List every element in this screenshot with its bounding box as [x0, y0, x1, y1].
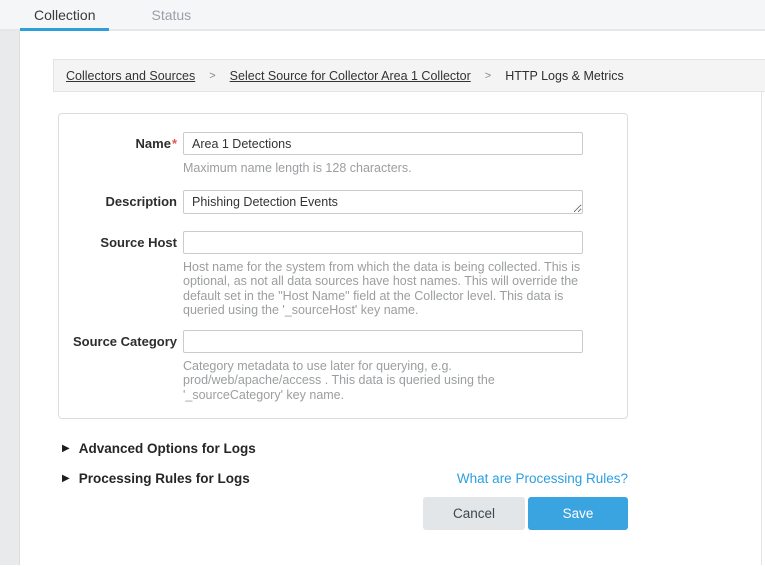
- breadcrumb-select-source[interactable]: Select Source for Collector Area 1 Colle…: [230, 69, 471, 83]
- required-asterisk: *: [172, 136, 177, 151]
- source-config-card: Name* Maximum name length is 128 charact…: [58, 113, 628, 419]
- source-host-label: Source Host: [59, 231, 177, 318]
- source-category-helper-text: Category metadata to use later for query…: [183, 359, 581, 403]
- breadcrumb-collectors-and-sources[interactable]: Collectors and Sources: [66, 69, 195, 83]
- breadcrumb: Collectors and Sources > Select Source f…: [53, 59, 765, 92]
- processing-rules-section: ▶ Processing Rules for Logs What are Pro…: [62, 471, 628, 486]
- source-host-field-row: Source Host Host name for the system fro…: [59, 231, 627, 318]
- name-field-row: Name* Maximum name length is 128 charact…: [59, 132, 627, 178]
- description-label: Description: [59, 190, 177, 219]
- breadcrumb-current-page: HTTP Logs & Metrics: [505, 69, 624, 83]
- expand-triangle-icon[interactable]: ▶: [62, 473, 70, 484]
- main-area: Collectors and Sources > Select Source f…: [0, 31, 765, 565]
- save-button[interactable]: Save: [528, 497, 628, 530]
- name-label: Name*: [59, 132, 177, 178]
- top-tab-bar: Collection Status: [0, 0, 765, 31]
- advanced-options-title[interactable]: Advanced Options for Logs: [79, 441, 256, 456]
- content-panel: Collectors and Sources > Select Source f…: [20, 31, 765, 565]
- action-buttons-row: Cancel Save: [58, 497, 628, 530]
- breadcrumb-separator-icon: >: [485, 70, 491, 82]
- breadcrumb-separator-icon: >: [209, 70, 215, 82]
- source-category-input[interactable]: [183, 330, 583, 353]
- description-input[interactable]: Phishing Detection Events: [183, 190, 583, 214]
- left-gutter: [0, 31, 20, 565]
- cancel-button[interactable]: Cancel: [423, 497, 525, 530]
- advanced-options-section[interactable]: ▶ Advanced Options for Logs: [62, 441, 628, 456]
- tab-status[interactable]: Status: [137, 0, 205, 29]
- name-helper-text: Maximum name length is 128 characters.: [183, 161, 581, 176]
- name-input[interactable]: [183, 132, 583, 155]
- source-category-label: Source Category: [59, 330, 177, 403]
- processing-rules-title[interactable]: Processing Rules for Logs: [79, 471, 250, 486]
- source-host-input[interactable]: [183, 231, 583, 254]
- name-label-text: Name: [136, 136, 171, 151]
- tab-collection[interactable]: Collection: [20, 0, 109, 29]
- source-category-field-row: Source Category Category metadata to use…: [59, 330, 627, 403]
- what-are-processing-rules-link[interactable]: What are Processing Rules?: [457, 471, 628, 486]
- right-panel-divider: [761, 92, 762, 565]
- source-host-helper-text: Host name for the system from which the …: [183, 260, 581, 318]
- expand-triangle-icon[interactable]: ▶: [62, 443, 70, 454]
- description-field-row: Description Phishing Detection Events: [59, 190, 627, 219]
